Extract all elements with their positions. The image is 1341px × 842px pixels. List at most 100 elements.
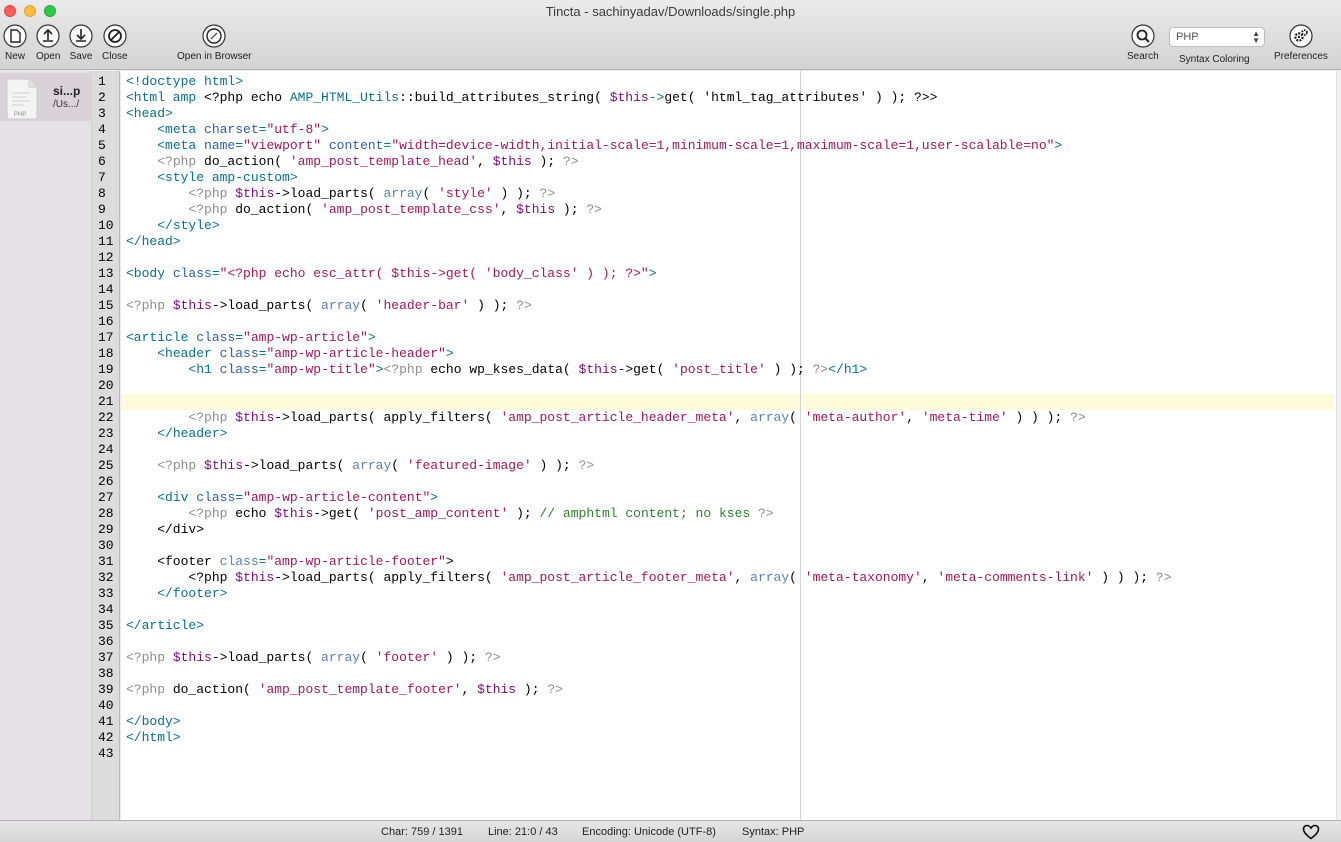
save-button[interactable]: Save [69,24,93,62]
line-number: 16 [98,314,114,329]
code-token: ( [360,650,376,665]
code-token: </h1> [828,362,868,377]
new-button[interactable]: New [3,24,27,62]
line-number: 27 [98,490,114,505]
code-line: <style amp-custom> [126,170,1171,186]
code-token: <head> [126,106,173,121]
magnifier-icon [1131,24,1155,48]
close-button[interactable]: Close [102,24,128,62]
open-button[interactable]: Open [36,24,60,62]
code-token: ) ); [469,298,517,313]
code-token: 'amp_post_article_footer_meta' [500,570,735,585]
code-token: , [461,682,478,697]
code-token: ); [508,506,540,521]
line-number: 11 [98,234,114,249]
open-label: Open [36,51,61,62]
code-token: <body [126,266,173,281]
code-token: $this [235,186,275,201]
open-file-item[interactable]: PHP si...p /Us.../ [0,73,92,121]
code-token: ?> [586,202,602,217]
code-token: ->load_parts( [211,298,322,313]
close-circle-icon [103,24,127,48]
code-token: 'amp_post_template_head' [289,154,478,169]
search-button[interactable]: Search [1127,24,1159,62]
code-token: "utf-8" [266,122,322,137]
code-token: <?php [383,362,431,377]
code-token: ->load_parts( [211,650,322,665]
code-token: </header> [157,426,228,441]
open-in-browser-label: Open in Browser [177,51,252,62]
line-number: 32 [98,570,114,585]
code-token: array [750,410,790,425]
new-label: New [4,51,25,62]
code-token: > [445,554,454,569]
open-in-browser-button[interactable]: Open in Browser [177,24,251,62]
code-token: echo [235,506,275,521]
code-token: // amphtml content; no kses [539,506,758,521]
code-token: ?> [539,186,556,201]
title-bar: Tincta - sachinyadav/Downloads/single.ph… [0,0,1341,70]
line-number: 5 [98,138,106,153]
line-number: 18 [98,346,114,361]
code-token: ( [360,298,376,313]
code-token: ?> [484,650,501,665]
code-token: ) ); [765,362,813,377]
code-token: , [921,570,938,585]
line-number: 1 [98,74,106,89]
line-number: 36 [98,634,114,649]
code-token: 'style' [438,186,493,201]
code-token: content [321,138,384,153]
code-token: <header [157,346,220,361]
code-line: <html amp <?php echo AMP_HTML_Utils::bui… [126,90,1171,106]
code-line: </style> [126,218,1171,234]
heart-icon[interactable] [1302,824,1320,840]
code-token: <style amp-custom> [157,170,298,185]
gears-icon [1289,24,1313,48]
syntax-coloring-button[interactable]: Syntax Coloring [1179,51,1250,65]
preferences-label: Preferences [1274,51,1328,62]
select-arrows-icon: ▲ ▼ [1252,29,1260,45]
syntax-language-select[interactable]: PHP ▲ ▼ [1169,27,1265,47]
code-token: "amp-wp-article-footer" [266,554,446,569]
code-token: <?php echo [204,90,290,105]
line-number: 33 [98,586,114,601]
code-token: "width=device-width,initial-scale=1,mini… [391,138,1055,153]
line-number: 7 [98,170,106,185]
code-token: array [321,298,361,313]
line-number: 37 [98,650,114,665]
line-number: 31 [98,554,114,569]
code-token: $this [172,298,212,313]
code-line: </head> [126,234,1171,250]
vertical-scrollbar[interactable] [1336,71,1341,820]
file-name: si...p [53,84,81,98]
code-editor[interactable]: <!doctype html> <html amp <?php echo AMP_… [121,71,1336,820]
save-download-icon [69,24,93,48]
preferences-button[interactable]: Preferences [1274,24,1328,62]
code-line: <body class="<?php echo esc_attr( $this-… [126,266,1171,282]
code-token: ) ) ); [1093,570,1156,585]
code-line: </header> [126,426,1171,442]
code-token: 'header-bar' [375,298,470,313]
code-token: do_action( [235,202,322,217]
code-token: </article> [126,618,205,633]
line-number: 26 [98,474,114,489]
line-number: 19 [98,362,114,377]
code-token: ) ) ); [1007,410,1071,425]
save-label: Save [69,51,93,62]
code-token: ->load_parts( apply_filters( [274,570,501,585]
code-token: = [211,266,220,281]
code-line: <header class="amp-wp-article-header"> [126,346,1171,362]
line-number: 43 [98,746,114,761]
code-token: ?> [562,154,579,169]
